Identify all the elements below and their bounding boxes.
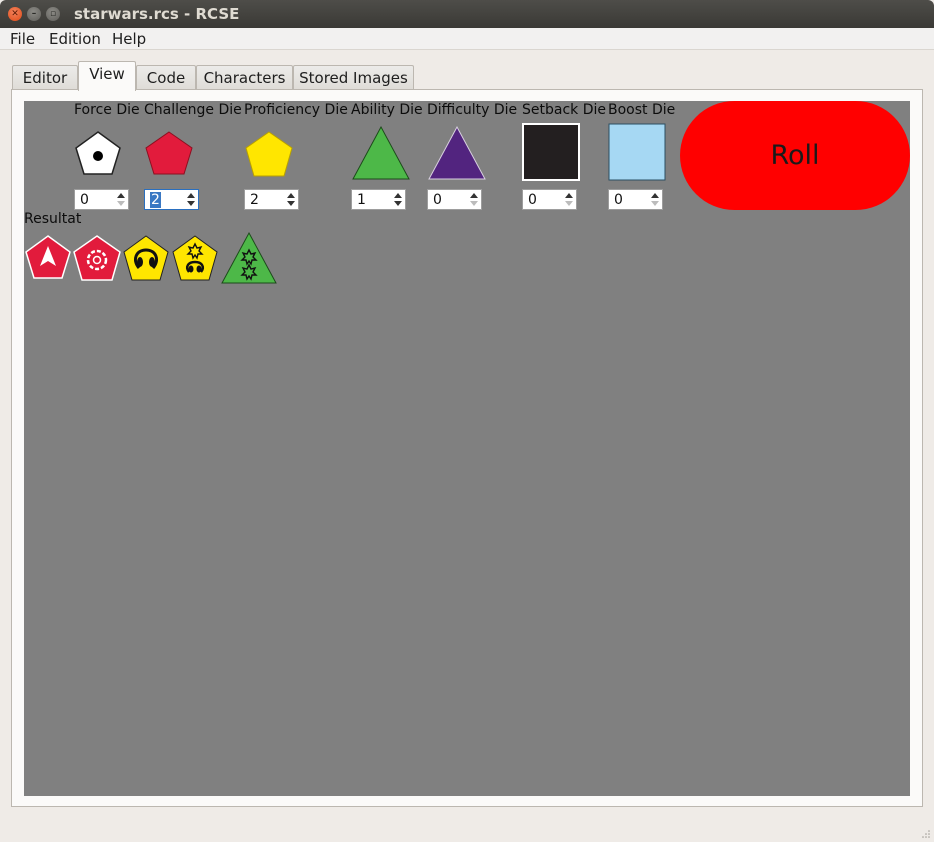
tab-characters[interactable]: Characters: [196, 65, 293, 91]
roll-button[interactable]: Roll: [680, 101, 910, 210]
tab-code[interactable]: Code: [136, 65, 196, 91]
proficiency-die-icon: [245, 131, 293, 177]
proficiency-advantage-icon: [123, 235, 169, 281]
challenge-die-label: Challenge Die: [144, 102, 242, 118]
tab-editor[interactable]: Editor: [12, 65, 78, 91]
minimize-window-icon[interactable]: –: [27, 7, 41, 21]
ability-die-spinbox[interactable]: 1: [351, 189, 406, 210]
challenge-failure-icon: [25, 235, 71, 279]
boost-die-spinbox[interactable]: 0: [608, 189, 663, 210]
tab-view[interactable]: View: [78, 61, 136, 91]
difficulty-die-spinbox[interactable]: 0: [427, 189, 482, 210]
ability-double-success-icon: [221, 231, 277, 284]
difficulty-die-label: Difficulty Die: [427, 102, 518, 118]
close-window-icon[interactable]: ✕: [8, 7, 22, 21]
tab-stored-images[interactable]: Stored Images: [293, 65, 414, 91]
setback-die-spinbox[interactable]: 0: [522, 189, 577, 210]
force-die-label: Force Die: [74, 102, 140, 118]
setback-die-label: Setback Die: [522, 102, 606, 118]
force-die-icon: [75, 131, 121, 175]
challenge-die-icon: [145, 131, 193, 175]
setback-die-icon: [522, 123, 580, 181]
menu-bar: File Edition Help: [0, 28, 934, 50]
proficiency-success-advantage-icon: [172, 235, 218, 281]
boost-die-icon: [608, 123, 666, 181]
proficiency-die-spinbox[interactable]: 2: [244, 189, 299, 210]
menu-edition[interactable]: Edition: [49, 30, 101, 48]
ability-die-icon: [352, 125, 410, 180]
maximize-window-icon[interactable]: ▫: [46, 7, 60, 21]
resize-grip-icon[interactable]: [921, 829, 931, 839]
window-title: starwars.rcs - RCSE: [74, 5, 240, 23]
view-canvas: Force Die 0 Challenge Die 2 Proficiency …: [24, 101, 910, 796]
ability-die-label: Ability Die: [351, 102, 423, 118]
menu-help[interactable]: Help: [112, 30, 146, 48]
challenge-die-spinbox[interactable]: 2: [144, 189, 199, 210]
challenge-despair-icon: [73, 235, 121, 281]
title-bar: ✕ – ▫ starwars.rcs - RCSE: [0, 0, 934, 28]
resultat-label: Resultat: [24, 211, 82, 227]
proficiency-die-label: Proficiency Die: [244, 102, 348, 118]
boost-die-label: Boost Die: [608, 102, 676, 118]
difficulty-die-icon: [428, 125, 486, 180]
menu-file[interactable]: File: [10, 30, 35, 48]
force-die-spinbox[interactable]: 0: [74, 189, 129, 210]
